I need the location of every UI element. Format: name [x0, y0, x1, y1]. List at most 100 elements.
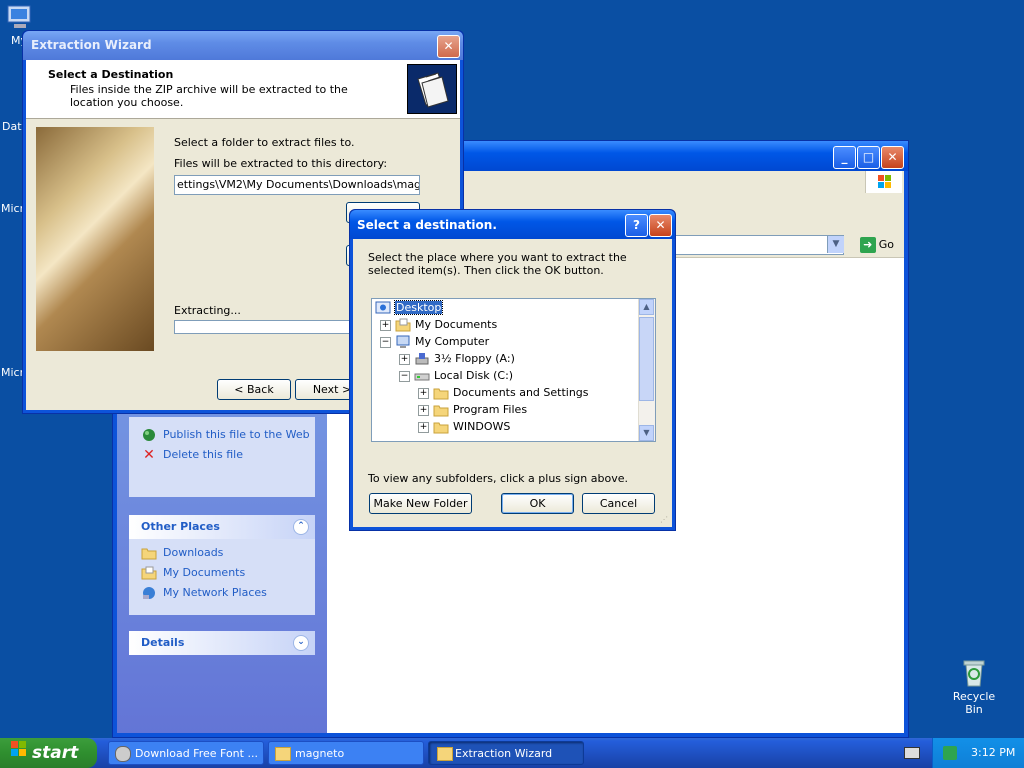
tree-node-desktop[interactable]: Desktop [375, 300, 444, 316]
taskbar-button-magneto[interactable]: magneto [268, 741, 424, 765]
tree-scrollbar[interactable]: ▲ ▼ [638, 299, 655, 441]
address-dropdown-button[interactable]: ▼ [827, 236, 844, 253]
cancel-button[interactable]: Cancel [582, 493, 655, 514]
tree-node-floppy[interactable]: +3½ Floppy (A:) [399, 351, 515, 367]
dest-titlebar[interactable]: Select a destination. ? ✕ [350, 210, 675, 239]
place-network[interactable]: My Network Places [129, 583, 315, 603]
dest-instructions: Select the place where you want to extra… [368, 251, 627, 277]
clock[interactable]: 3:12 PM [971, 746, 1015, 759]
ok-button[interactable]: OK [501, 493, 574, 514]
windows-flag-icon [10, 738, 28, 768]
tree-node-label: Local Disk (C:) [434, 369, 514, 382]
expand-plus-icon[interactable]: + [418, 387, 429, 399]
scroll-down-arrow-icon[interactable]: ▼ [639, 425, 654, 441]
dest-close-button[interactable]: ✕ [649, 214, 672, 237]
details-box: Details ⌄ [129, 631, 315, 655]
start-button[interactable]: start [0, 738, 97, 768]
other-places-title: Other Places [141, 520, 220, 533]
publish-file-label: Publish this file to the Web [163, 428, 310, 441]
taskbar-button-extraction-wizard[interactable]: Extraction Wizard [428, 741, 584, 765]
computer-icon [395, 335, 411, 349]
system-tray: 3:12 PM [932, 738, 1024, 768]
tree-node-local-disk[interactable]: − Local Disk (C:) [399, 368, 513, 384]
delete-x-icon: ✕ [143, 447, 155, 463]
close-button[interactable]: ✕ [881, 146, 904, 169]
publish-file-link[interactable]: Publish this file to the Web [129, 425, 315, 445]
extract-path-input[interactable]: ettings\VM2\My Documents\Downloads\magne… [174, 175, 420, 195]
desktop-icon-recycle-bin[interactable]: Recycle Bin [944, 656, 1004, 716]
resize-grip-icon[interactable]: ⋰ [660, 515, 670, 525]
network-tray-icon[interactable] [943, 746, 957, 760]
desktop-icon-label: Dat [2, 120, 22, 133]
desktop-icon-microsoft-1[interactable]: Micr [1, 202, 24, 215]
wizard-header-title: Select a Destination [48, 68, 174, 81]
desktop-icon-data[interactable]: Dat [2, 120, 22, 133]
collapse-minus-icon[interactable]: − [399, 370, 410, 382]
taskbar-button-download-font[interactable]: Download Free Font ... [108, 741, 264, 765]
wizard-header: Select a Destination Files inside the ZI… [26, 60, 460, 119]
go-arrow-icon: ➜ [859, 237, 876, 253]
scroll-thumb[interactable] [639, 317, 654, 401]
keyboard-icon[interactable] [904, 747, 920, 759]
tree-node-label: My Documents [415, 318, 498, 331]
desktop-icon-microsoft-2[interactable]: Micr [1, 366, 24, 379]
collapse-chevron-icon[interactable]: ⌃ [293, 519, 309, 535]
folder-icon [433, 386, 449, 400]
folder-icon [141, 546, 157, 560]
place-label: Downloads [163, 546, 224, 559]
other-places-box: Other Places ⌃ Downloads My Documents My … [129, 515, 315, 615]
expand-plus-icon[interactable]: + [418, 404, 429, 416]
computer-icon [4, 2, 34, 32]
recycle-bin-icon [958, 656, 990, 688]
place-label: My Documents [163, 566, 246, 579]
dest-title: Select a destination. [357, 218, 497, 232]
expand-plus-icon[interactable]: + [380, 319, 391, 331]
place-my-documents[interactable]: My Documents [129, 563, 315, 583]
delete-file-link[interactable]: ✕ Delete this file [129, 445, 315, 465]
tree-node-windows[interactable]: + WINDOWS [418, 419, 510, 435]
maximize-button[interactable]: □ [857, 146, 880, 169]
tree-node-label: My Computer [415, 335, 490, 348]
tree-node-label: 3½ Floppy (A:) [434, 352, 515, 365]
tree-node-program-files[interactable]: + Program Files [418, 402, 527, 418]
folder-small-icon [437, 747, 453, 761]
tree-node-label: Desktop [393, 300, 444, 315]
make-new-folder-button[interactable]: Make New Folder [369, 493, 472, 514]
extract-dir-label: Files will be extracted to this director… [174, 157, 388, 170]
folder-tree[interactable]: Desktop + My Documents − My Computer +3½ F… [371, 298, 656, 442]
delete-file-label: Delete this file [163, 448, 243, 461]
back-button[interactable]: < Back [217, 379, 291, 400]
wizard-titlebar[interactable]: Extraction Wizard ✕ [23, 31, 463, 60]
browser-icon [115, 746, 131, 762]
wizard-side-image [36, 127, 154, 351]
other-places-header[interactable]: Other Places ⌃ [129, 515, 315, 539]
wizard-close-button[interactable]: ✕ [437, 35, 460, 58]
help-button[interactable]: ? [625, 214, 648, 237]
folder-icon [433, 403, 449, 417]
network-places-icon [141, 586, 157, 600]
taskbar-button-label: magneto [295, 747, 345, 760]
expand-chevron-icon[interactable]: ⌄ [293, 635, 309, 651]
tree-node-label: Documents and Settings [453, 386, 589, 399]
desktop-icon-label: Recycle Bin [952, 690, 996, 716]
tree-node-label: WINDOWS [453, 420, 511, 433]
my-documents-icon [141, 566, 157, 580]
select-destination-dialog: Select a destination. ? ✕ Select the pla… [349, 209, 676, 531]
tree-node-my-computer[interactable]: − My Computer [380, 334, 489, 350]
place-label: My Network Places [163, 586, 267, 599]
expand-plus-icon[interactable]: + [399, 353, 410, 365]
go-button[interactable]: ➜ Go [859, 235, 894, 255]
expand-plus-icon[interactable]: + [418, 421, 429, 433]
hard-drive-icon [414, 369, 430, 383]
place-downloads[interactable]: Downloads [129, 543, 315, 563]
tree-node-documents-settings[interactable]: + Documents and Settings [418, 385, 589, 401]
extracting-label: Extracting... [174, 304, 241, 317]
file-tasks-box: Publish this file to the Web ✕ Delete thi… [129, 417, 315, 497]
tree-node-my-documents[interactable]: + My Documents [380, 317, 497, 333]
minimize-button[interactable]: _ [833, 146, 856, 169]
details-header[interactable]: Details ⌄ [129, 631, 315, 655]
wizard-title: Extraction Wizard [31, 38, 152, 52]
scroll-up-arrow-icon[interactable]: ▲ [639, 299, 654, 315]
my-documents-icon [395, 318, 411, 332]
collapse-minus-icon[interactable]: − [380, 336, 391, 348]
